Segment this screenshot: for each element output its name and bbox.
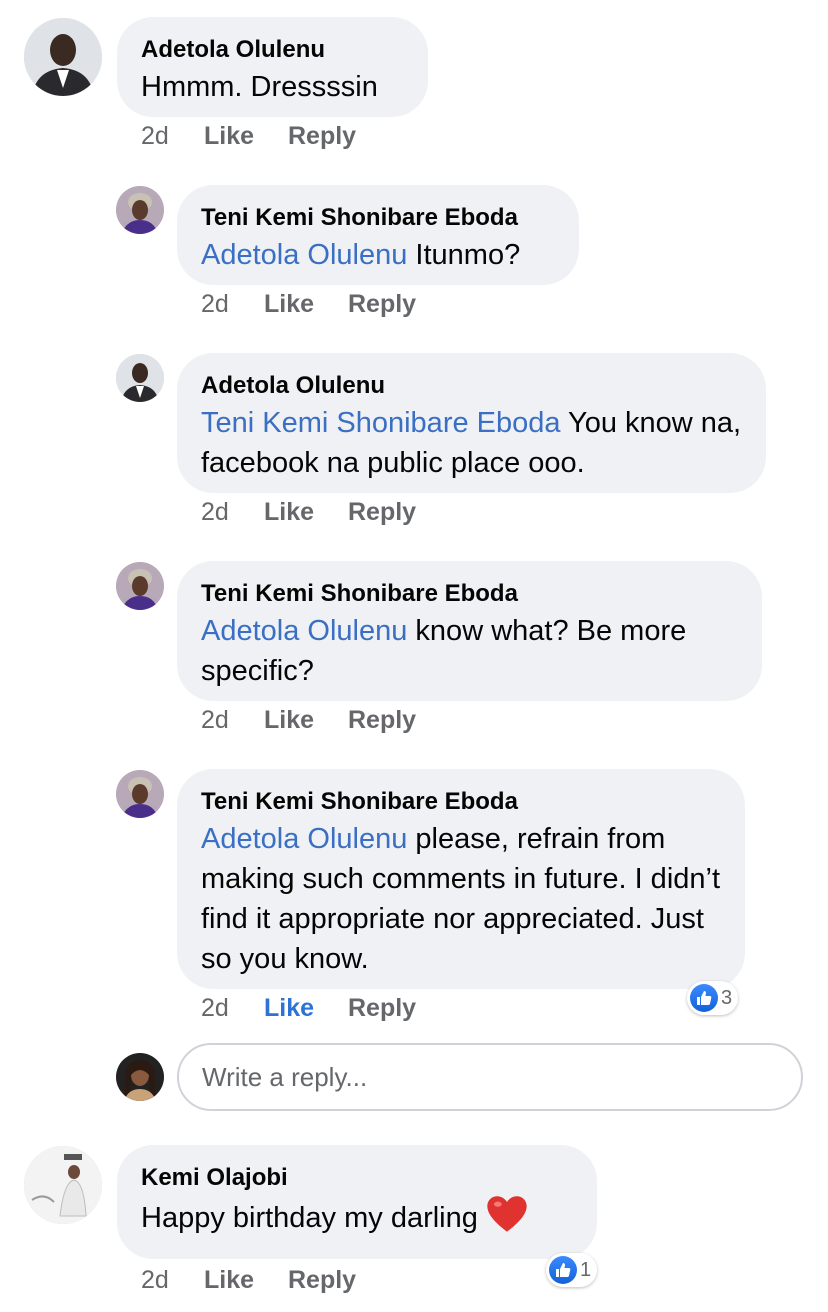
like-button[interactable]: Like bbox=[264, 290, 314, 319]
thumbs-up-icon bbox=[690, 984, 718, 1012]
mention-link[interactable]: Adetola Olulenu bbox=[201, 823, 407, 855]
avatar[interactable] bbox=[116, 562, 164, 610]
like-button[interactable]: Like bbox=[264, 994, 314, 1023]
comment-bubble: Teni Kemi Shonibare Eboda Adetola Olulen… bbox=[177, 561, 762, 701]
like-button[interactable]: Like bbox=[204, 122, 254, 151]
reply-input[interactable]: Write a reply... bbox=[177, 1043, 803, 1111]
thumbs-up-icon bbox=[549, 1256, 577, 1284]
avatar[interactable] bbox=[116, 770, 164, 818]
comment-text: Adetola Olulenu please, refrain from mak… bbox=[201, 823, 721, 975]
like-button[interactable]: Like bbox=[264, 706, 314, 735]
reply-button[interactable]: Reply bbox=[348, 706, 416, 735]
comment-bubble: Adetola Olulenu Hmmm. Dressssin bbox=[117, 17, 428, 117]
reply-button[interactable]: Reply bbox=[348, 994, 416, 1023]
reaction-count[interactable]: 1 bbox=[546, 1253, 598, 1287]
avatar[interactable] bbox=[116, 354, 164, 402]
comment-text: Adetola Olulenu know what? Be more speci… bbox=[201, 615, 687, 687]
reaction-number: 3 bbox=[721, 986, 733, 1009]
comment-author[interactable]: Kemi Olajobi bbox=[141, 1163, 573, 1193]
comment-bubble: Teni Kemi Shonibare Eboda Adetola Olulen… bbox=[177, 185, 579, 285]
reply-button[interactable]: Reply bbox=[288, 122, 356, 151]
mention-link[interactable]: Adetola Olulenu bbox=[201, 615, 407, 647]
comment-time[interactable]: 2d bbox=[141, 122, 169, 151]
comment-time[interactable]: 2d bbox=[201, 498, 229, 527]
avatar[interactable] bbox=[24, 1146, 102, 1224]
comment-text: Adetola Olulenu Itunmo? bbox=[201, 239, 521, 271]
comment-text: Hmmm. Dressssin bbox=[141, 71, 378, 103]
like-button[interactable]: Like bbox=[204, 1266, 254, 1295]
comment-bubble: Kemi Olajobi Happy birthday my darling bbox=[117, 1145, 597, 1259]
comment-author[interactable]: Adetola Olulenu bbox=[201, 371, 742, 401]
comment-text: Happy birthday my darling bbox=[141, 1195, 573, 1244]
reaction-count[interactable]: 3 bbox=[687, 981, 739, 1015]
comment-time[interactable]: 2d bbox=[201, 290, 229, 319]
mention-link[interactable]: Teni Kemi Shonibare Eboda bbox=[201, 407, 561, 439]
comment-time[interactable]: 2d bbox=[201, 994, 229, 1023]
comment-time[interactable]: 2d bbox=[201, 706, 229, 735]
comment-time[interactable]: 2d bbox=[141, 1266, 169, 1295]
comment-author[interactable]: Teni Kemi Shonibare Eboda bbox=[201, 203, 555, 233]
red-heart-icon bbox=[486, 1195, 528, 1244]
avatar[interactable] bbox=[116, 186, 164, 234]
mention-link[interactable]: Adetola Olulenu bbox=[201, 239, 407, 271]
comment-author[interactable]: Teni Kemi Shonibare Eboda bbox=[201, 579, 738, 609]
reply-button[interactable]: Reply bbox=[348, 498, 416, 527]
reply-button[interactable]: Reply bbox=[288, 1266, 356, 1295]
comment-text: Teni Kemi Shonibare Eboda You know na, f… bbox=[201, 407, 742, 479]
comment-author[interactable]: Teni Kemi Shonibare Eboda bbox=[201, 787, 721, 817]
comment-bubble: Teni Kemi Shonibare Eboda Adetola Olulen… bbox=[177, 769, 745, 989]
avatar[interactable] bbox=[24, 18, 102, 96]
current-user-avatar bbox=[116, 1053, 164, 1101]
comment-author[interactable]: Adetola Olulenu bbox=[141, 35, 404, 65]
like-button[interactable]: Like bbox=[264, 498, 314, 527]
comment-bubble: Adetola Olulenu Teni Kemi Shonibare Ebod… bbox=[177, 353, 766, 493]
reaction-number: 1 bbox=[580, 1258, 592, 1281]
reply-button[interactable]: Reply bbox=[348, 290, 416, 319]
